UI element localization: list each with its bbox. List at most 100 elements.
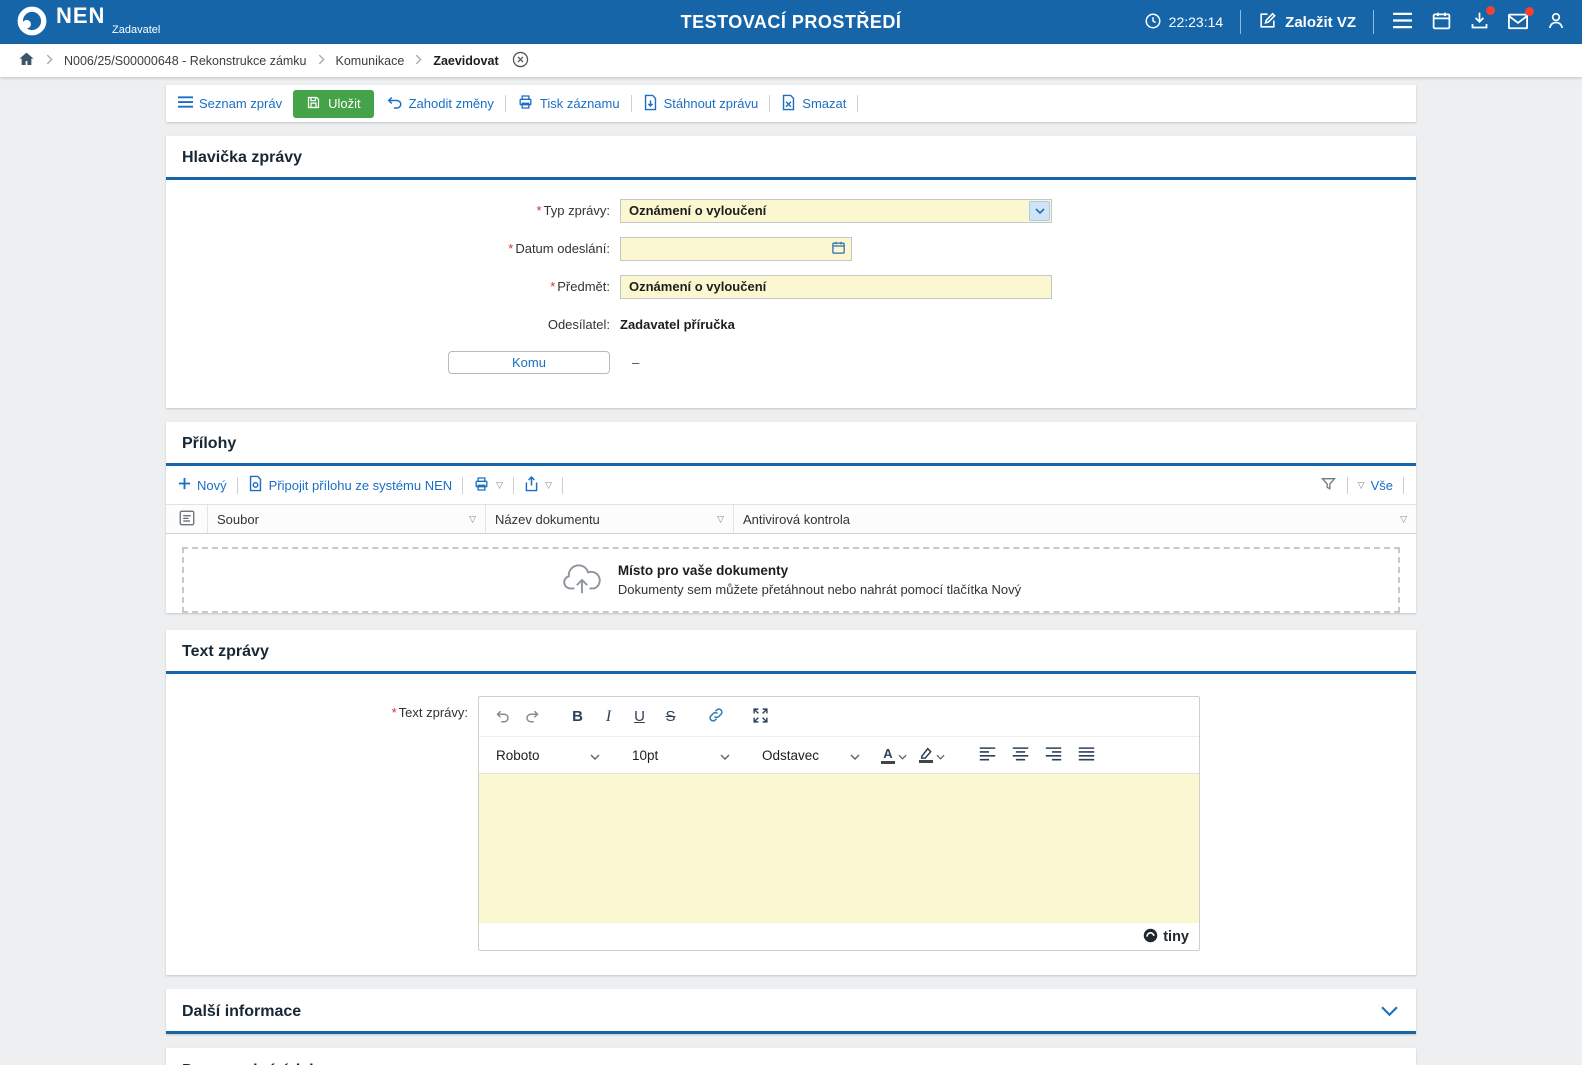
form-row-typ-zpravy: *Typ zprávy: Oznámení o vyloučení — [182, 198, 1400, 223]
redo-icon — [524, 707, 542, 726]
download-message-button[interactable]: Stáhnout zprávu — [643, 94, 759, 114]
section-title: Text zprávy — [182, 643, 269, 661]
fullscreen-button[interactable] — [746, 702, 775, 731]
list-icon — [178, 96, 193, 111]
delete-button[interactable]: Smazat — [781, 94, 846, 114]
message-text-section: Text zprávy *Text zprávy: B I U — [166, 630, 1416, 975]
editor-redo-button[interactable] — [518, 702, 547, 731]
time-value: 22:23:14 — [1169, 14, 1224, 30]
filter-triangle-icon[interactable]: ▽ — [469, 515, 476, 524]
bold-button[interactable]: B — [563, 702, 592, 731]
message-list-button[interactable]: Seznam zpráv — [178, 96, 282, 111]
discard-changes-button[interactable]: Zahodit změny — [385, 95, 494, 112]
underline-button[interactable]: U — [625, 702, 654, 731]
date-picker-button[interactable] — [831, 240, 851, 258]
editor-undo-button[interactable] — [487, 702, 516, 731]
attachments-section: Přílohy Nový Připojit přílohu ze systému… — [166, 422, 1416, 613]
save-button[interactable]: Uložit — [293, 90, 374, 118]
chevron-down-icon[interactable] — [1029, 201, 1050, 221]
column-settings-button[interactable] — [166, 505, 208, 533]
view-filter-select[interactable]: ▽ Vše — [1358, 478, 1393, 493]
richtext-editor: B I U S Roboto — [478, 696, 1200, 951]
section-header[interactable]: Další informace — [166, 989, 1416, 1034]
filter-triangle-icon[interactable]: ▽ — [1400, 515, 1407, 524]
export-attachments-button[interactable]: ▽ — [524, 476, 552, 495]
attachments-toolbar: Nový Připojit přílohu ze systému NEN ▽ ▽ — [166, 466, 1416, 504]
section-title: Další informace — [182, 1003, 301, 1021]
breadcrumb-item-procurement[interactable]: N006/25/S00000648 - Rekonstrukce zámku — [64, 54, 307, 68]
paragraph-format-select[interactable]: Odstavec — [755, 741, 867, 770]
filter-triangle-icon[interactable]: ▽ — [717, 515, 724, 524]
user-button[interactable] — [1546, 10, 1566, 34]
close-tab-button[interactable] — [512, 51, 529, 71]
printer-icon — [517, 94, 534, 113]
messages-button[interactable] — [1507, 11, 1529, 34]
align-right-icon — [1045, 746, 1062, 764]
subject-input[interactable] — [620, 275, 1052, 299]
strikethrough-button[interactable]: S — [656, 702, 685, 731]
divider — [1403, 477, 1404, 494]
chevron-right-icon — [415, 54, 422, 68]
divider — [237, 477, 238, 494]
create-vz-button[interactable]: Založit VZ — [1258, 11, 1356, 34]
italic-button[interactable]: I — [594, 702, 623, 731]
menu-button[interactable] — [1391, 12, 1414, 32]
section-header: Hlavička zprávy — [166, 136, 1416, 180]
additional-info-section: Další informace — [166, 989, 1416, 1034]
sender-value: Zadavatel příručka — [620, 317, 735, 332]
expand-section-button[interactable] — [1379, 1061, 1400, 1065]
highlight-color-button[interactable] — [919, 747, 945, 763]
text-color-button[interactable]: A — [881, 747, 907, 764]
chevron-right-icon — [318, 54, 325, 68]
send-date-input[interactable] — [621, 238, 831, 260]
filter-button[interactable] — [1320, 476, 1337, 495]
nen-logo[interactable]: NEN Zadavatel — [16, 5, 160, 40]
breadcrumb-item-komunikace[interactable]: Komunikace — [336, 54, 405, 68]
link-icon — [707, 706, 725, 727]
downloads-button[interactable] — [1469, 10, 1490, 34]
message-header-section: Hlavička zprávy *Typ zprávy: Oznámení o … — [166, 136, 1416, 408]
divider — [462, 477, 463, 494]
link-button[interactable] — [701, 702, 730, 731]
editor-statusbar: tiny — [479, 923, 1199, 950]
divider — [1240, 10, 1241, 34]
plus-icon — [178, 477, 191, 493]
form-row-datum: *Datum odeslání: — [182, 236, 1400, 261]
align-left-button[interactable] — [973, 741, 1002, 770]
file-dropzone[interactable]: Místo pro vaše dokumenty Dokumenty sem m… — [182, 547, 1400, 613]
font-size-select[interactable]: 10pt — [625, 741, 737, 770]
attach-from-nen-button[interactable]: Připojit přílohu ze systému NEN — [248, 475, 453, 495]
notification-badge — [1525, 7, 1534, 16]
align-center-button[interactable] — [1006, 741, 1035, 770]
expand-section-button[interactable] — [1379, 1002, 1400, 1021]
dropdown-triangle-icon: ▽ — [545, 481, 552, 490]
align-justify-button[interactable] — [1072, 741, 1101, 770]
home-button[interactable] — [18, 51, 35, 70]
new-attachment-button[interactable]: Nový — [178, 477, 227, 493]
divider — [513, 477, 514, 494]
notification-badge — [1486, 6, 1495, 15]
column-header-antivir: Antivirová kontrola ▽ — [734, 505, 1416, 533]
calendar-button[interactable] — [1431, 10, 1452, 34]
logo-subtitle: Zadavatel — [112, 25, 160, 36]
message-type-select[interactable]: Oznámení o vyloučení — [620, 199, 1052, 223]
align-right-button[interactable] — [1039, 741, 1068, 770]
print-record-button[interactable]: Tisk záznamu — [517, 94, 620, 113]
dropdown-triangle-icon: ▽ — [496, 481, 503, 490]
edit-icon — [1258, 11, 1277, 34]
editor-toolbar-icons: B I U S — [479, 697, 1199, 736]
tiny-brand-label: tiny — [1163, 929, 1189, 945]
required-marker: * — [536, 203, 541, 218]
text-color-icon: A — [881, 747, 895, 764]
calendar-icon — [1431, 10, 1452, 34]
actions-toolbar: Seznam zpráv Uložit Zahodit změny Tisk z… — [166, 85, 1416, 122]
tiny-logo-icon — [1143, 928, 1158, 946]
section-title: Hlavička zprávy — [182, 149, 302, 167]
undo-icon — [385, 95, 403, 112]
message-text-input[interactable] — [479, 773, 1199, 923]
print-attachments-button[interactable]: ▽ — [473, 476, 503, 495]
recipient-button[interactable]: Komu — [448, 351, 610, 374]
breadcrumb: N006/25/S00000648 - Rekonstrukce zámku K… — [0, 44, 1582, 77]
section-header[interactable]: Doprovodné údaje — [166, 1048, 1416, 1065]
font-family-select[interactable]: Roboto — [489, 741, 607, 770]
